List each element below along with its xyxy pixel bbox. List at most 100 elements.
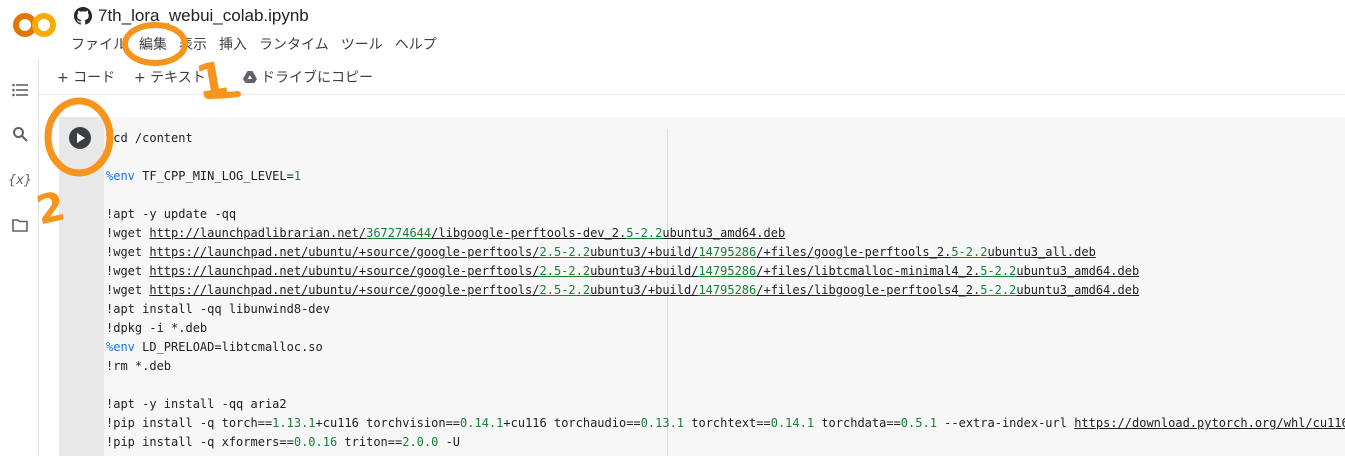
code-token: 0.14.1 (770, 416, 815, 430)
code-token: !apt -y install -qq aria2 (106, 397, 287, 411)
code-token: https://launchpad.net/ubuntu/+source/goo… (149, 264, 540, 278)
code-token: /+files/libgoogle-perftools4_2. (756, 283, 981, 297)
code-token: %cd /content (106, 131, 193, 145)
code-token: ubuntu3_amd64.deb (1016, 283, 1140, 297)
header: 7th_lora_webui_colab.ipynb ファイル 編集 表示 挿入… (0, 0, 1345, 60)
code-token: 5-2.2 (951, 245, 988, 259)
code-token: 14795286 (698, 264, 757, 278)
code-line: %cd /content (106, 129, 1345, 148)
code-token: 5-2.2 (626, 226, 663, 240)
notebook-body: %cd /content %env TF_CPP_MIN_LOG_LEVEL=1!… (39, 95, 1345, 456)
code-token: https://launchpad.net/ubuntu/+source/goo… (149, 283, 540, 297)
menu-tools[interactable]: ツール (341, 34, 389, 56)
code-token: 14795286 (698, 245, 757, 259)
code-token: 2.5-2.2 (539, 264, 591, 278)
code-token: !dpkg -i *.deb (106, 321, 208, 335)
code-token: ubuntu3_amd64.deb (662, 226, 786, 240)
code-token: --extra-index-url (936, 416, 1075, 430)
code-token: 2.0.0 (402, 435, 439, 449)
code-line: !apt install -qq libunwind8-dev (106, 300, 1345, 319)
code-line: !apt -y install -qq aria2 (106, 395, 1345, 414)
cell-gutter (59, 117, 104, 456)
add-code-button[interactable]: + コード (57, 67, 115, 87)
code-cell[interactable]: %cd /content %env TF_CPP_MIN_LOG_LEVEL=1!… (59, 117, 1345, 456)
code-token: 5-2.2 (980, 283, 1017, 297)
code-token: /+files/libtcmalloc-minimal4_2. (756, 264, 981, 278)
menu-insert[interactable]: 挿入 (219, 34, 253, 56)
code-token: /+files/google-perftools_2. (756, 245, 952, 259)
left-sidebar: {x} (0, 60, 39, 456)
code-line: %env LD_PRELOAD=libtcmalloc.so (106, 338, 1345, 357)
menu-view[interactable]: 表示 (179, 34, 213, 56)
title-row: 7th_lora_webui_colab.ipynb (74, 4, 309, 28)
code-token: ubuntu3/+build/ (590, 283, 699, 297)
notebook-toolbar: + コード + テキスト ドライブにコピー (39, 60, 1345, 95)
run-cell-button[interactable] (69, 127, 91, 149)
folder-icon[interactable] (10, 215, 30, 235)
menu-help[interactable]: ヘルプ (395, 34, 443, 56)
toc-icon[interactable] (10, 80, 30, 100)
menu-file[interactable]: ファイル (71, 34, 133, 56)
code-token: 0.14.1 (460, 416, 504, 430)
code-token: !wget (106, 283, 150, 297)
code-line: !pip install -q torch==1.13.1+cu116 torc… (106, 414, 1345, 433)
code-line: !wget https://launchpad.net/ubuntu/+sour… (106, 262, 1345, 281)
code-token: 367274644 (366, 226, 432, 240)
code-token: 0.13.1 (640, 416, 685, 430)
code-token: !wget (106, 245, 150, 259)
code-token: 5-2.2 (980, 264, 1017, 278)
copy-to-drive-button[interactable]: ドライブにコピー (243, 67, 373, 87)
drive-icon (243, 71, 257, 83)
code-token: +cu116 torchaudio== (503, 416, 641, 430)
code-token: -U (438, 435, 461, 449)
notebook-title[interactable]: 7th_lora_webui_colab.ipynb (98, 6, 309, 26)
code-token: %env (106, 169, 135, 183)
code-line: !pip install -q xformers==0.0.16 triton=… (106, 433, 1345, 452)
code-line: !apt -y update -qq (106, 205, 1345, 224)
add-text-button[interactable]: + テキスト (134, 67, 206, 87)
variables-icon[interactable]: {x} (8, 170, 32, 190)
search-icon[interactable] (10, 124, 30, 144)
colab-logo[interactable] (12, 10, 58, 40)
code-token: ubuntu3/+build/ (590, 264, 699, 278)
github-icon (74, 7, 92, 25)
code-token: http://launchpadlibrarian.net/ (149, 226, 367, 240)
code-token: !rm *.deb (106, 359, 172, 373)
code-token: !pip install -q torch== (106, 416, 273, 430)
code-token: +cu116 torchvision== (315, 416, 461, 430)
code-token: LD_PRELOAD=libtcmalloc.so (134, 340, 323, 354)
menu-bar: ファイル 編集 表示 挿入 ランタイム ツール ヘルプ (71, 34, 449, 56)
code-token: https://download.pytorch.org/whl/cu116 (1074, 416, 1345, 430)
code-editor[interactable]: %cd /content %env TF_CPP_MIN_LOG_LEVEL=1!… (106, 129, 1345, 452)
code-token: torchdata== (814, 416, 901, 430)
code-line: !wget http://launchpadlibrarian.net/3672… (106, 224, 1345, 243)
code-token: ubuntu3_all.deb (987, 245, 1096, 259)
code-token: 1.13.1 (272, 416, 316, 430)
code-token: !wget (106, 264, 150, 278)
code-token: TF_CPP_MIN_LOG_LEVEL= (134, 169, 294, 183)
code-token: 2.5-2.2 (539, 245, 591, 259)
code-line: !wget https://launchpad.net/ubuntu/+sour… (106, 243, 1345, 262)
code-line: !wget https://launchpad.net/ubuntu/+sour… (106, 281, 1345, 300)
code-token: torchtext== (684, 416, 771, 430)
code-token: triton== (337, 435, 403, 449)
code-line: !rm *.deb (106, 357, 1345, 376)
copy-to-drive-label: ドライブにコピー (261, 70, 373, 86)
code-token: ubuntu3/+build/ (590, 245, 699, 259)
menu-edit[interactable]: 編集 (139, 34, 173, 56)
code-token: ubuntu3_amd64.deb (1016, 264, 1140, 278)
code-token: %env (106, 340, 135, 354)
code-token: https://launchpad.net/ubuntu/+source/goo… (149, 245, 540, 259)
code-token: !pip install -q xformers== (106, 435, 294, 449)
code-token: 2.5-2.2 (539, 283, 591, 297)
code-line: %env TF_CPP_MIN_LOG_LEVEL=1 (106, 167, 1345, 186)
code-token: 14795286 (698, 283, 757, 297)
code-token: /libgoogle-perftools-dev_2. (431, 226, 627, 240)
code-token: 0.0.16 (293, 435, 338, 449)
code-token: 1 (293, 169, 302, 183)
code-line: !dpkg -i *.deb (106, 319, 1345, 338)
menu-runtime[interactable]: ランタイム (259, 34, 335, 56)
